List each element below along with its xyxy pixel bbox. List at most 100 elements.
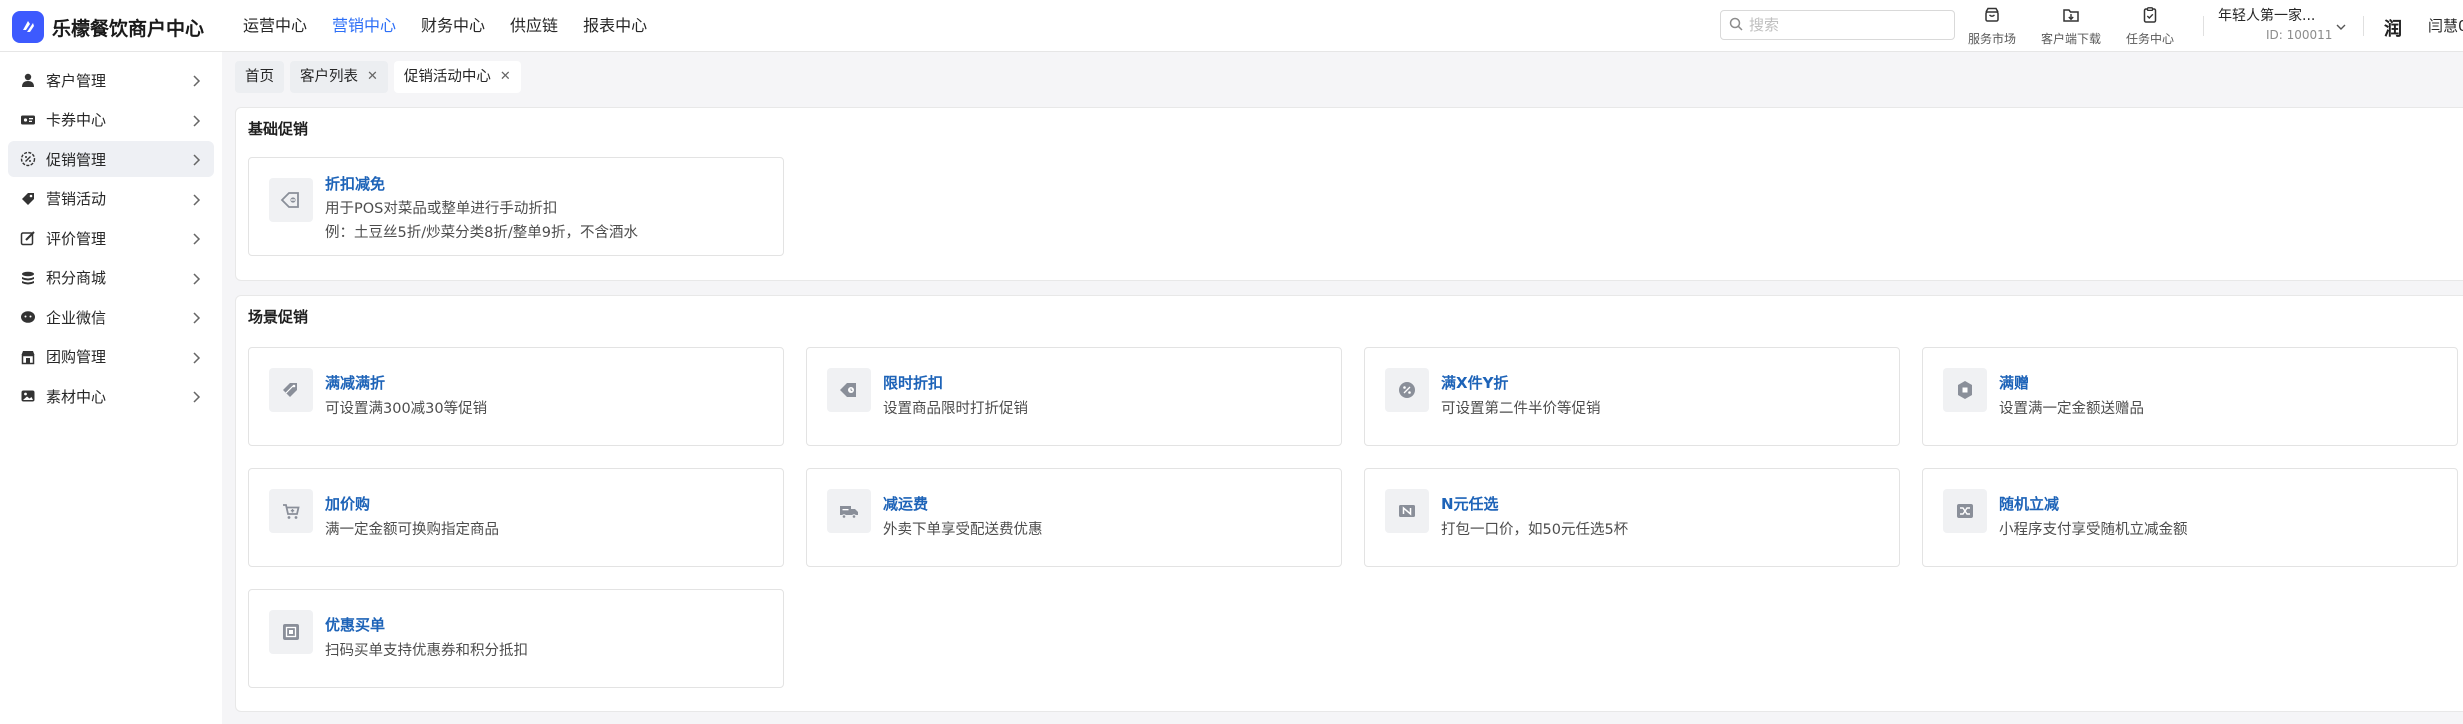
- sidebar-item-group-buy[interactable]: 团购管理: [8, 339, 214, 375]
- sidebar-item-label: 团购管理: [46, 348, 107, 366]
- service-market-button[interactable]: 服务市场: [1968, 6, 2016, 47]
- card-title: 减运费: [883, 495, 929, 513]
- search-input[interactable]: [1749, 16, 1939, 34]
- group-buy-icon: [18, 347, 38, 367]
- card-desc: 扫码买单支持优惠券和积分抵扣: [325, 643, 528, 659]
- sidebar-item-label: 营销活动: [46, 190, 107, 208]
- bundle-n-icon: [1385, 489, 1429, 533]
- scene-promotions-panel: 场景促销 满减满折 可设置满300减30等促销 限时折扣 设置商品限时打折促销 …: [235, 295, 2463, 712]
- percent-badge-icon: [1385, 368, 1429, 412]
- task-clipboard-icon: [2141, 6, 2159, 28]
- chevron-right-icon: [190, 350, 202, 369]
- topnav-finance[interactable]: 财务中心: [421, 0, 485, 52]
- card-title: 折扣减免: [325, 175, 386, 193]
- card-desc: 用于POS对菜品或整单进行手动折扣: [325, 201, 558, 217]
- chevron-right-icon: [190, 310, 202, 329]
- sidebar-item-customers[interactable]: 客户管理: [8, 62, 214, 98]
- card-title: 限时折扣: [883, 374, 944, 392]
- basic-promotions-panel: 基础促销 折扣减免 用于POS对菜品或整单进行手动折扣 例：土豆丝5折/炒菜分类…: [235, 107, 2463, 281]
- sidebar-item-wecom[interactable]: 企业微信: [8, 299, 214, 335]
- sidebar-item-promotions[interactable]: 促销管理: [8, 141, 214, 177]
- close-icon[interactable]: ✕: [500, 61, 511, 93]
- sidebar-item-label: 积分商城: [46, 269, 107, 287]
- chevron-right-icon: [190, 192, 202, 211]
- app-logo[interactable]: 乐檬餐饮商户中心: [12, 11, 204, 43]
- card-desc: 打包一口价，如50元任选5杯: [1441, 522, 1629, 538]
- tab-label: 首页: [245, 69, 274, 85]
- merchant-switcher[interactable]: 年轻人第一家... ID: 100011: [2218, 5, 2338, 42]
- qr-bill-icon: [269, 610, 313, 654]
- account-name[interactable]: 闫慧0: [2428, 15, 2463, 36]
- promo-card-gift[interactable]: 满赠 设置满一定金额送赠品: [1922, 347, 2458, 446]
- promo-card-x-items-y-discount[interactable]: 满X件Y折 可设置第二件半价等促销: [1364, 347, 1900, 446]
- section-title: 场景促销: [248, 308, 309, 326]
- card-desc: 小程序支付享受随机立减金额: [1999, 522, 2188, 538]
- search-box[interactable]: [1720, 10, 1955, 40]
- card-title: 优惠买单: [325, 616, 386, 634]
- promo-card-add-on-purchase[interactable]: 加价购 满一定金额可换购指定商品: [248, 468, 784, 567]
- sidebar-item-coupons[interactable]: 卡券中心: [8, 102, 214, 138]
- topnav-marketing[interactable]: 营销中心: [332, 0, 396, 52]
- topnav-reports[interactable]: 报表中心: [583, 0, 647, 52]
- card-title: 满X件Y折: [1441, 374, 1509, 392]
- section-title: 基础促销: [248, 120, 309, 138]
- app-title: 乐檬餐饮商户中心: [52, 17, 205, 40]
- sidebar-item-materials[interactable]: 素材中心: [8, 378, 214, 414]
- discount-tag-icon: [269, 178, 313, 222]
- chevron-right-icon: [190, 152, 202, 171]
- task-center-button[interactable]: 任务中心: [2126, 6, 2174, 47]
- points-stack-icon: [18, 268, 38, 288]
- card-desc: 满一定金额可换购指定商品: [325, 522, 499, 538]
- promo-card-full-reduction[interactable]: 满减满折 可设置满300减30等促销: [248, 347, 784, 446]
- card-desc: 设置满一定金额送赠品: [1999, 401, 2144, 417]
- logo-icon: [12, 11, 44, 43]
- promo-card-n-yuan-pick[interactable]: N元任选 打包一口价，如50元任选5杯: [1364, 468, 1900, 567]
- card-title: 加价购: [325, 495, 371, 513]
- sidebar-item-reviews[interactable]: 评价管理: [8, 220, 214, 256]
- card-desc: 可设置满300减30等促销: [325, 401, 488, 417]
- sidebar: 客户管理 卡券中心 促销管理 营销活动 评价管理 积分商城 企业微信 团购管理: [0, 52, 222, 724]
- top-nav: 运营中心 营销中心 财务中心 供应链 报表中心: [243, 0, 672, 52]
- card-title: N元任选: [1441, 495, 1499, 513]
- topnav-supply-chain[interactable]: 供应链: [510, 0, 558, 52]
- page-tabs: 首页 客户列表 ✕ 促销活动中心 ✕: [222, 52, 2463, 102]
- promo-card-limited-discount[interactable]: 限时折扣 设置商品限时打折促销: [806, 347, 1342, 446]
- merchant-name: 年轻人第一家...: [2218, 8, 2316, 24]
- chevron-right-icon: [190, 113, 202, 132]
- chevron-right-icon: [190, 73, 202, 92]
- client-download-button[interactable]: 客户端下载: [2041, 6, 2101, 47]
- tab-promotion-center[interactable]: 促销活动中心 ✕: [393, 61, 521, 93]
- close-icon[interactable]: ✕: [367, 61, 378, 93]
- chevron-down-icon[interactable]: [2335, 18, 2347, 37]
- store-icon: [1983, 6, 2001, 28]
- tab-customer-list[interactable]: 客户列表 ✕: [290, 61, 388, 93]
- card-desc: 设置商品限时打折促销: [883, 401, 1028, 417]
- promo-card-shipping-reduction[interactable]: 减运费 外卖下单享受配送费优惠: [806, 468, 1342, 567]
- search-icon: [1729, 16, 1743, 35]
- gift-box-icon: [1943, 368, 1987, 412]
- chevron-right-icon: [190, 231, 202, 250]
- card-desc: 例：土豆丝5折/炒菜分类8折/整单9折，不含酒水: [325, 225, 638, 241]
- sidebar-item-points-mall[interactable]: 积分商城: [8, 260, 214, 296]
- brand-avatar[interactable]: 润: [2384, 15, 2408, 40]
- topnav-operations[interactable]: 运营中心: [243, 0, 307, 52]
- promo-card-discount-bill[interactable]: 优惠买单 扫码买单支持优惠券和积分抵扣: [248, 589, 784, 688]
- sidebar-item-label: 素材中心: [46, 387, 107, 406]
- chevron-right-icon: [190, 271, 202, 290]
- image-library-icon: [18, 386, 38, 406]
- sidebar-item-label: 企业微信: [46, 308, 107, 327]
- sidebar-item-label: 促销管理: [46, 150, 107, 169]
- sidebar-item-label: 评价管理: [46, 229, 107, 248]
- sidebar-item-label: 卡券中心: [46, 111, 107, 129]
- task-center-label: 任务中心: [2126, 32, 2175, 46]
- tag-icon: [18, 189, 38, 209]
- card-title: 满赠: [1999, 374, 2030, 392]
- tab-label: 客户列表: [300, 69, 358, 85]
- tab-label: 促销活动中心: [403, 69, 491, 85]
- promo-card-discount[interactable]: 折扣减免 用于POS对菜品或整单进行手动折扣 例：土豆丝5折/炒菜分类8折/整单…: [248, 157, 784, 256]
- tab-home[interactable]: 首页: [235, 61, 284, 93]
- promotion-icon: [18, 149, 38, 169]
- sidebar-item-campaigns[interactable]: 营销活动: [8, 181, 214, 217]
- sidebar-item-label: 客户管理: [46, 71, 107, 90]
- promo-card-random-reduction[interactable]: 随机立减 小程序支付享受随机立减金额: [1922, 468, 2458, 567]
